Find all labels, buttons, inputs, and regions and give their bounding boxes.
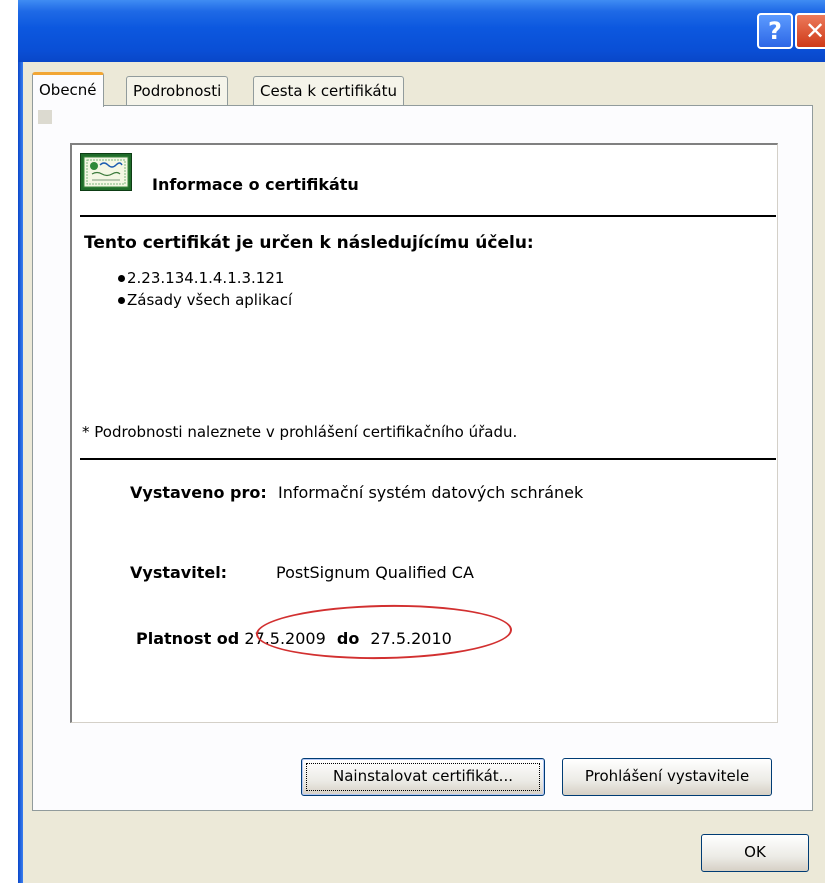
list-item: 2.23.134.1.4.1.3.121 xyxy=(118,267,292,289)
purpose-list: 2.23.134.1.4.1.3.121 Zásady všech aplika… xyxy=(118,267,292,311)
purpose-title: Tento certifikát je určen k následujícím… xyxy=(84,233,534,253)
install-certificate-button[interactable]: Nainstalovat certifikát... xyxy=(301,758,545,796)
tab-label: Podrobnosti xyxy=(133,82,222,100)
statement-note: * Podrobnosti naleznete v prohlášení cer… xyxy=(82,423,518,441)
focus-ring xyxy=(306,763,540,791)
separator xyxy=(80,458,776,460)
list-item: Zásady všech aplikací xyxy=(118,289,292,311)
issuer-value: PostSignum Qualified CA xyxy=(276,563,474,582)
bullet-icon xyxy=(118,275,125,282)
issued-to-value: Informační systém datových schránek xyxy=(278,483,584,502)
ok-button-label: OK xyxy=(744,843,766,861)
panel-marker xyxy=(38,110,52,124)
certificate-dialog: ? ✕ Obecné Podrobnosti Cesta k certifiká… xyxy=(18,0,825,883)
tab-details[interactable]: Podrobnosti xyxy=(126,76,229,106)
issued-to-label: Vystaveno pro: xyxy=(130,483,267,502)
certificate-icon xyxy=(80,153,132,191)
issuer-statement-button[interactable]: Prohlášení vystavitele xyxy=(562,758,772,796)
issuer-row: Vystavitel: PostSignum Qualified CA xyxy=(130,563,474,582)
valid-from-label: Platnost od xyxy=(136,629,240,648)
close-button[interactable]: ✕ xyxy=(795,13,825,49)
title-bar[interactable]: ? ✕ xyxy=(18,0,825,62)
issuer-label: Vystavitel: xyxy=(130,563,228,582)
certificate-info-box: Informace o certifikátu Tento certifikát… xyxy=(70,143,778,723)
info-header-title: Informace o certifikátu xyxy=(152,175,359,194)
separator xyxy=(80,215,776,217)
close-icon: ✕ xyxy=(804,17,825,45)
ok-button[interactable]: OK xyxy=(701,834,809,872)
issued-to-row: Vystaveno pro: Informační systém datových… xyxy=(130,483,583,502)
tab-general[interactable]: Obecné xyxy=(32,72,104,107)
help-icon: ? xyxy=(768,17,782,45)
tab-label: Obecné xyxy=(39,81,97,99)
tab-label: Cesta k certifikátu xyxy=(260,82,397,100)
bullet-icon xyxy=(118,297,125,304)
statement-button-label: Prohlášení vystavitele xyxy=(584,767,750,785)
validity-highlight-ellipse xyxy=(255,602,513,662)
help-button[interactable]: ? xyxy=(757,13,793,49)
window-left-edge xyxy=(18,0,23,883)
tab-certification-path[interactable]: Cesta k certifikátu xyxy=(253,76,404,106)
